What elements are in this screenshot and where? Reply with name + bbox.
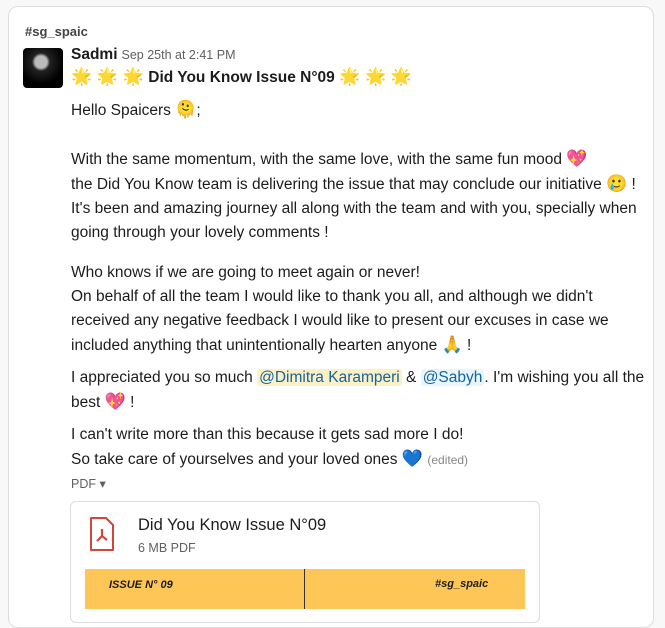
message-title: 🌟 🌟 🌟 Did You Know Issue N°09 🌟 🌟 🌟 — [71, 65, 651, 90]
avatar[interactable] — [23, 48, 63, 88]
title-text: Did You Know Issue N°09 — [148, 69, 335, 86]
greeting: Hello Spaicers 🫠; — [71, 98, 651, 123]
tear-face-emoji: 🥲 — [606, 174, 628, 193]
paragraph-4: I can't write more than this because it … — [71, 423, 651, 472]
heart-emoji: 💖 — [566, 149, 588, 168]
text: So take care of yourselves and your love… — [71, 451, 402, 468]
mention-sabyh[interactable]: @Sabyh — [420, 369, 485, 386]
edited-label: (edited) — [427, 453, 469, 467]
pdf-attachment[interactable]: Did You Know Issue N°09 6 MB PDF ISSUE N… — [70, 501, 540, 623]
text: ! — [125, 394, 135, 411]
melting-face-emoji: 🫠 — [175, 100, 197, 119]
text: I appreciated you so much — [71, 369, 258, 386]
paragraph-1: With the same momentum, with the same lo… — [71, 147, 651, 245]
preview-divider — [304, 569, 305, 609]
text: ! — [462, 337, 472, 354]
pdf-preview[interactable]: ISSUE N° 09 #sg_spaic — [85, 569, 525, 609]
attachment-toggle[interactable]: PDF ▾ — [71, 472, 651, 496]
text: I can't write more than this because it … — [71, 426, 464, 443]
paragraph-3: I appreciated you so much @Dimitra Karam… — [71, 366, 651, 415]
blue-heart-emoji: 💙 — [401, 449, 424, 468]
text: Who knows if we are going to meet again … — [71, 264, 420, 281]
author-name[interactable]: Sadmi — [71, 46, 118, 63]
channel-name[interactable]: #sg_spaic — [25, 24, 88, 39]
file-name[interactable]: Did You Know Issue N°09 — [138, 516, 326, 535]
preview-channel: #sg_spaic — [435, 578, 489, 590]
paragraph-2: Who knows if we are going to meet again … — [71, 261, 651, 358]
star-emoji: 🌟 🌟 🌟 — [71, 67, 144, 86]
text: On behalf of all the team I would like t… — [71, 288, 609, 354]
heart-emoji: 💖 — [104, 392, 126, 411]
mention-dimitra[interactable]: @Dimitra Karamperi — [257, 369, 402, 386]
preview-issue: ISSUE N° 09 — [109, 579, 173, 591]
pray-emoji: 🙏 — [441, 335, 463, 354]
file-size: 6 MB PDF — [138, 541, 196, 555]
greeting-end: ; — [196, 102, 201, 119]
text: the Did You Know team is delivering the … — [71, 176, 602, 193]
text: With the same momentum, with the same lo… — [71, 151, 563, 168]
pdf-file-icon — [90, 517, 114, 551]
message: Sadmi Sep 25th at 2:41 PM 🌟 🌟 🌟 Did You K… — [71, 45, 651, 496]
timestamp[interactable]: Sep 25th at 2:41 PM — [122, 48, 236, 62]
greeting-text: Hello Spaicers — [71, 102, 171, 119]
text: & — [401, 369, 421, 386]
star-emoji: 🌟 🌟 🌟 — [339, 67, 413, 86]
